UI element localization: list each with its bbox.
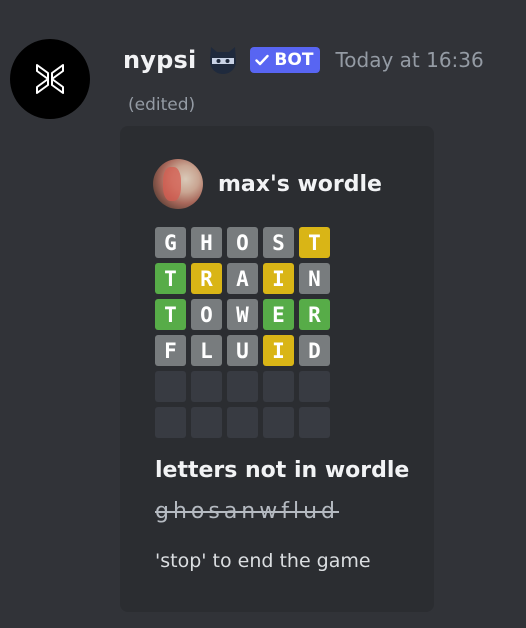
- username[interactable]: nypsi: [123, 46, 196, 74]
- field-title: letters not in wordle: [155, 458, 410, 483]
- wordle-tile-empty: [227, 407, 258, 438]
- wordle-tile: L: [191, 335, 222, 366]
- embed-author: max's wordle: [153, 159, 382, 209]
- wordle-tile-empty: [155, 407, 186, 438]
- message-header: nypsi BOT Today at 16:36: [123, 38, 484, 82]
- bot-tag: BOT: [250, 47, 321, 73]
- author-avatar: [153, 159, 203, 209]
- wordle-tile: I: [263, 335, 294, 366]
- wordle-tile-empty: [299, 371, 330, 402]
- wordle-tile: R: [191, 263, 222, 294]
- embed-footer-text: 'stop' to end the game: [155, 550, 371, 572]
- wordle-tile: F: [155, 335, 186, 366]
- wordle-tile: I: [263, 263, 294, 294]
- letters-not-in-wordle: ghosanwflud: [155, 499, 340, 524]
- wordle-tile: O: [191, 299, 222, 330]
- wordle-tile: T: [155, 299, 186, 330]
- wordle-tile: T: [299, 227, 330, 258]
- wordle-tile: G: [155, 227, 186, 258]
- wordle-tile: W: [227, 299, 258, 330]
- wordle-tile: O: [227, 227, 258, 258]
- checkmark-icon: [255, 54, 270, 66]
- nypsi-logo-icon: [36, 64, 64, 94]
- bot-avatar[interactable]: [10, 39, 90, 119]
- wordle-tile: D: [299, 335, 330, 366]
- bot-tag-label: BOT: [274, 50, 314, 70]
- wordle-tile: S: [263, 227, 294, 258]
- wordle-tile-empty: [263, 371, 294, 402]
- wordle-embed: max's wordle GHOSTTRAINTOWERFLUID letter…: [120, 126, 434, 612]
- wordle-tile-empty: [299, 407, 330, 438]
- embed-author-name: max's wordle: [218, 171, 382, 197]
- wordle-tile: T: [155, 263, 186, 294]
- wordle-tile-empty: [263, 407, 294, 438]
- wordle-tile-empty: [155, 371, 186, 402]
- wordle-tile: U: [227, 335, 258, 366]
- wordle-board: GHOSTTRAINTOWERFLUID: [155, 227, 330, 438]
- ninja-mask-icon[interactable]: [206, 44, 240, 76]
- wordle-tile-empty: [191, 407, 222, 438]
- wordle-tile: A: [227, 263, 258, 294]
- wordle-tile: H: [191, 227, 222, 258]
- wordle-tile-empty: [227, 371, 258, 402]
- edited-label: (edited): [128, 95, 196, 115]
- wordle-tile-empty: [191, 371, 222, 402]
- wordle-tile: N: [299, 263, 330, 294]
- wordle-tile: E: [263, 299, 294, 330]
- wordle-tile: R: [299, 299, 330, 330]
- chat-message: nypsi BOT Today at 16:36 (edited) max's …: [0, 0, 526, 628]
- message-timestamp[interactable]: Today at 16:36: [335, 48, 483, 72]
